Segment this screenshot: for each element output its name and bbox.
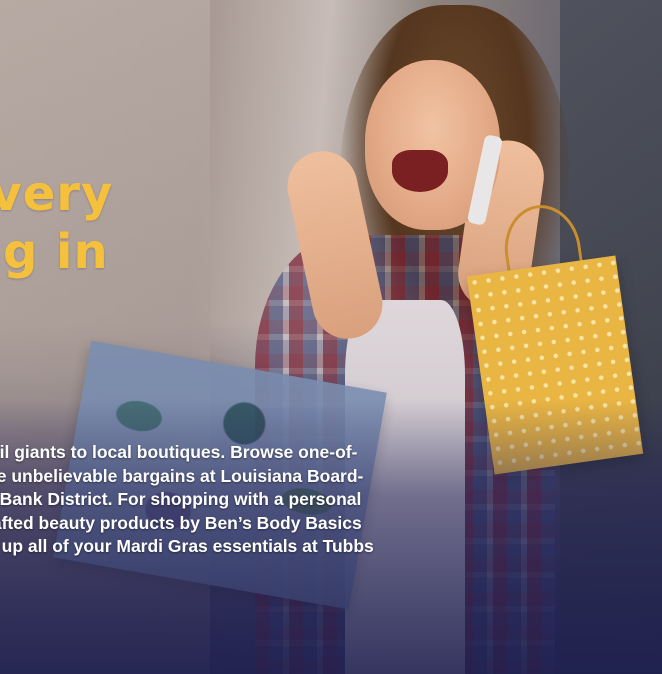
hero-headline: t Every ping in ier: [0, 166, 245, 339]
description-line-2: venue or score unbelievable bargains at …: [0, 465, 364, 486]
description-line-5: Borealis. Pick up all of your Mardi Gras…: [0, 536, 374, 556]
headline-line-1: t Every: [0, 166, 114, 222]
description-line-1: ging from retail giants to local boutiqu…: [0, 442, 358, 462]
description-line-4: . Find handcrafted beauty products by Be…: [0, 512, 362, 533]
headline-line-3: ier: [0, 281, 245, 339]
description-line-3: cil in the East Bank District. For shopp…: [0, 489, 362, 509]
hero-description: ging from retail giants to local boutiqu…: [0, 441, 542, 559]
photo-mouth: [392, 150, 448, 192]
headline-line-2: ping in: [0, 223, 109, 280]
hero-banner: t Every ping in ier ging from retail gia…: [0, 0, 662, 674]
